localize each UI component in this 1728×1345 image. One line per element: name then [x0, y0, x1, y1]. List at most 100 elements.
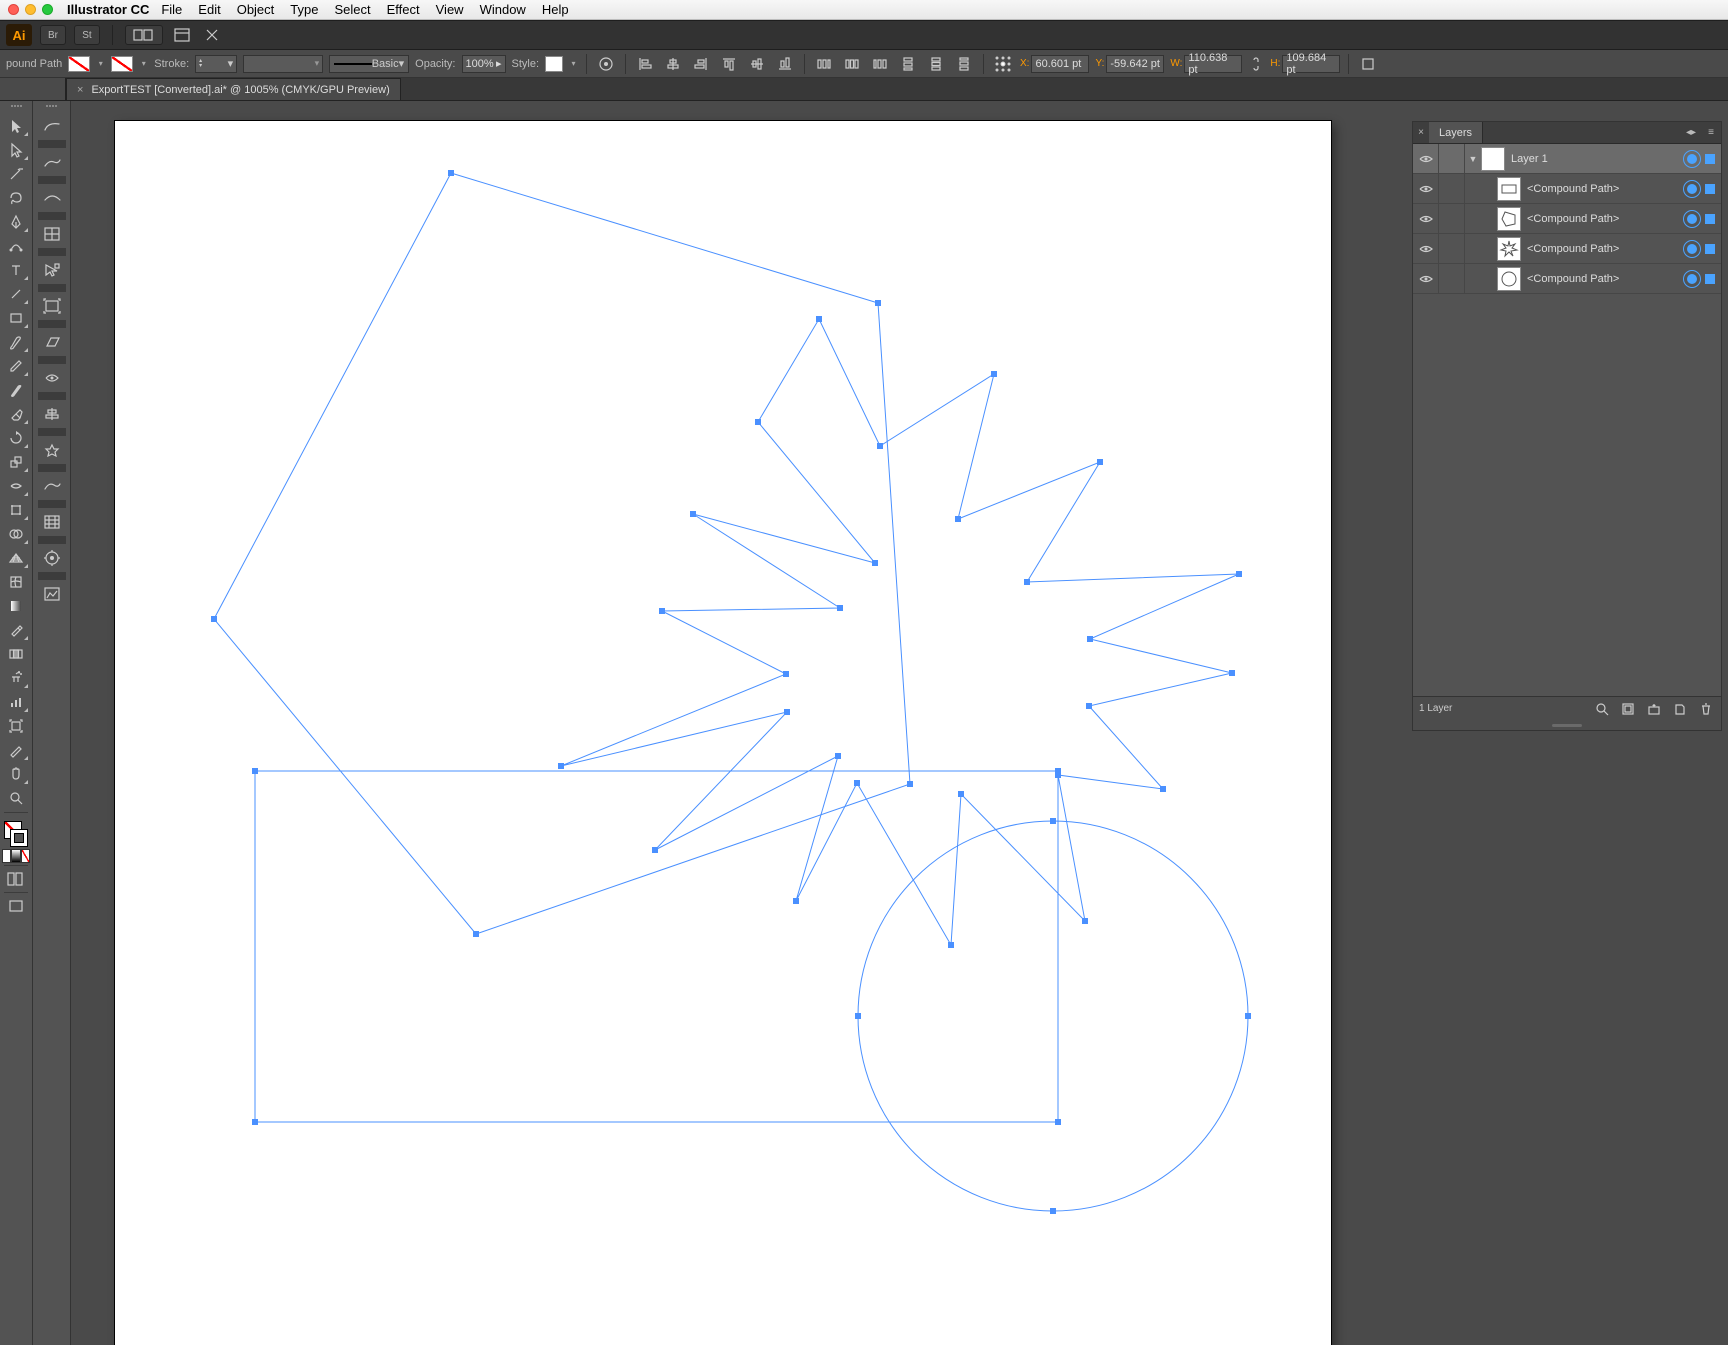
mesh-tool[interactable]	[2, 570, 30, 594]
selection-indicator[interactable]	[1705, 244, 1715, 254]
new-layer-icon[interactable]	[1671, 700, 1689, 718]
natural-brush-icon[interactable]	[38, 150, 66, 174]
disclosure-triangle-icon[interactable]: ▼	[1465, 154, 1481, 164]
menu-select[interactable]: Select	[334, 2, 370, 17]
x-input[interactable]: 60.601 pt	[1031, 55, 1089, 73]
live-corners-icon[interactable]	[38, 546, 66, 570]
variable-width-profile-dropdown[interactable]: ▾	[243, 55, 323, 73]
graphic-style-swatch[interactable]	[545, 56, 563, 72]
search-icon[interactable]	[201, 25, 223, 45]
canvas[interactable]	[71, 101, 1406, 1345]
curvature-tool[interactable]	[2, 234, 30, 258]
eyedropper-tool[interactable]	[2, 618, 30, 642]
zoom-tool[interactable]	[2, 786, 30, 810]
align-bottom-icon[interactable]	[774, 54, 796, 74]
blob-brush-tool[interactable]	[2, 378, 30, 402]
tracing-panel-icon[interactable]	[38, 222, 66, 246]
recolor-artwork-icon[interactable]	[595, 54, 617, 74]
layers-list[interactable]: ▼ Layer 1 <Compound Path>	[1413, 144, 1721, 696]
perspective-grid-tool[interactable]	[2, 546, 30, 570]
brush-definition-dropdown[interactable]: Basic▾	[329, 55, 409, 73]
align-right-icon[interactable]	[690, 54, 712, 74]
scale-tool[interactable]	[2, 450, 30, 474]
brushes-panel-icon[interactable]	[38, 474, 66, 498]
color-mode-none-icon[interactable]	[21, 849, 30, 863]
visibility-toggle[interactable]	[1413, 234, 1439, 263]
opacity-input[interactable]: 100%▸	[462, 55, 506, 73]
lock-toggle[interactable]	[1439, 264, 1465, 293]
align-hcenter-icon[interactable]	[662, 54, 684, 74]
color-mode-gradient-icon[interactable]	[11, 849, 20, 863]
menu-object[interactable]: Object	[237, 2, 275, 17]
eraser-tool[interactable]	[2, 402, 30, 426]
compound-path-circle[interactable]	[858, 821, 1248, 1211]
lock-toggle[interactable]	[1439, 234, 1465, 263]
fill-dropdown-icon[interactable]: ▾	[96, 56, 105, 72]
distribute-bottom-icon[interactable]	[953, 54, 975, 74]
target-icon[interactable]	[1683, 210, 1701, 228]
stroke-dropdown-icon[interactable]: ▾	[139, 56, 148, 72]
distribute-top-icon[interactable]	[897, 54, 919, 74]
shape-builder-tool[interactable]	[2, 522, 30, 546]
variable-width-panel-icon[interactable]	[38, 366, 66, 390]
selection-indicator[interactable]	[1705, 214, 1715, 224]
style-dropdown-icon[interactable]: ▾	[569, 56, 578, 72]
fill-swatch[interactable]	[68, 56, 90, 72]
pen-tool[interactable]	[2, 210, 30, 234]
selection-indicator[interactable]	[1705, 154, 1715, 164]
visibility-toggle[interactable]	[1413, 144, 1439, 173]
sublayer-name[interactable]: <Compound Path>	[1527, 243, 1683, 255]
panel-resize-grip[interactable]	[1413, 720, 1721, 730]
h-input[interactable]: 109.684 pt	[1282, 55, 1340, 73]
compound-path-pentagon[interactable]	[214, 173, 910, 934]
delete-layer-icon[interactable]	[1697, 700, 1715, 718]
type-tool[interactable]	[2, 258, 30, 282]
menu-file[interactable]: File	[161, 2, 182, 17]
shape-options-icon[interactable]	[1357, 54, 1379, 74]
target-icon[interactable]	[1683, 240, 1701, 258]
close-window-icon[interactable]	[8, 4, 19, 15]
grid-panel-icon[interactable]	[38, 510, 66, 534]
visibility-toggle[interactable]	[1413, 204, 1439, 233]
menu-effect[interactable]: Effect	[387, 2, 420, 17]
lock-toggle[interactable]	[1439, 174, 1465, 203]
distribute-hcenter-icon[interactable]	[841, 54, 863, 74]
fullscreen-window-icon[interactable]	[42, 4, 53, 15]
menu-type[interactable]: Type	[290, 2, 318, 17]
layer-sublayer-row[interactable]: <Compound Path>	[1413, 234, 1721, 264]
target-icon[interactable]	[1683, 270, 1701, 288]
menu-view[interactable]: View	[436, 2, 464, 17]
blend-tool[interactable]	[2, 642, 30, 666]
sublayer-name[interactable]: <Compound Path>	[1527, 183, 1683, 195]
panel-menu-icon[interactable]: ≡	[1701, 127, 1721, 138]
fill-stroke-control[interactable]	[2, 819, 30, 849]
y-input[interactable]: -59.642 pt	[1106, 55, 1164, 73]
link-wh-icon[interactable]	[1248, 55, 1264, 73]
layer-row[interactable]: ▼ Layer 1	[1413, 144, 1721, 174]
drawing-mode[interactable]	[2, 868, 30, 890]
panel-grip-icon[interactable]	[40, 105, 64, 111]
distribute-vcenter-icon[interactable]	[925, 54, 947, 74]
sublayer-name[interactable]: <Compound Path>	[1527, 213, 1683, 225]
arrange-documents-icon[interactable]	[171, 25, 193, 45]
visibility-toggle[interactable]	[1413, 174, 1439, 203]
w-input[interactable]: 110.638 pt	[1184, 55, 1242, 73]
image-trace-icon[interactable]	[38, 582, 66, 606]
menu-window[interactable]: Window	[480, 2, 526, 17]
align-panel-icon[interactable]	[38, 402, 66, 426]
close-tab-icon[interactable]: ×	[77, 84, 83, 96]
layer-sublayer-row[interactable]: <Compound Path>	[1413, 204, 1721, 234]
target-icon[interactable]	[1683, 180, 1701, 198]
width-tool[interactable]	[2, 474, 30, 498]
new-sublayer-icon[interactable]	[1645, 700, 1663, 718]
stroke-weight-input[interactable]: ▴▾▾	[195, 55, 237, 73]
target-icon[interactable]	[1683, 150, 1701, 168]
pencil-tool[interactable]	[2, 354, 30, 378]
artboard-tool[interactable]	[2, 714, 30, 738]
stroke-swatch[interactable]	[111, 56, 133, 72]
compound-path-rectangle[interactable]	[255, 771, 1058, 1122]
stock-button[interactable]: St	[74, 25, 100, 45]
hand-tool[interactable]	[2, 762, 30, 786]
document-tab[interactable]: × ExportTEST [Converted].ai* @ 1005% (CM…	[66, 78, 401, 100]
align-top-icon[interactable]	[718, 54, 740, 74]
